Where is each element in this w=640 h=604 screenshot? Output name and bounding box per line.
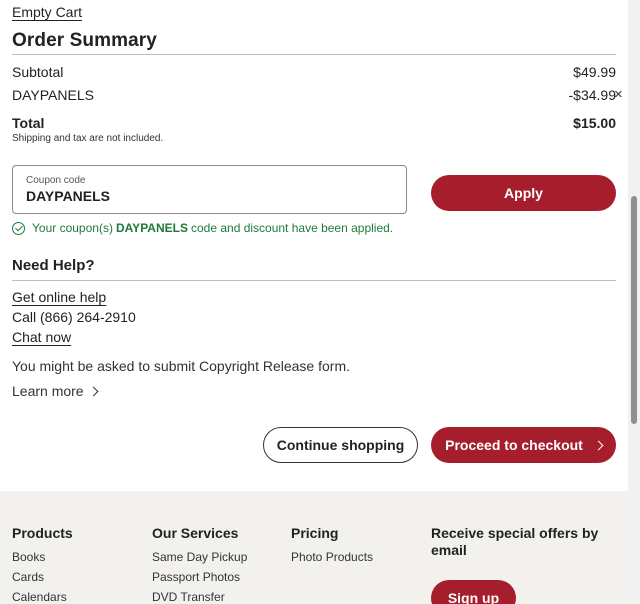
learn-more-link[interactable]: Learn more: [12, 383, 99, 399]
apply-coupon-button[interactable]: Apply: [431, 175, 616, 211]
scrollbar-thumb[interactable]: [631, 196, 637, 424]
proceed-to-checkout-button[interactable]: Proceed to checkout: [431, 427, 616, 463]
chevron-right-icon: [593, 440, 604, 450]
need-help-title: Need Help?: [12, 257, 95, 274]
footer-products-column: Products Books Cards Calendars: [12, 525, 73, 604]
footer-link-calendars[interactable]: Calendars: [12, 590, 73, 604]
special-offers-title: Receive special offers by email: [431, 525, 599, 558]
footer-services-column: Our Services Same Day Pickup Passport Ph…: [152, 525, 247, 604]
coupon-msg-prefix: Your coupon(s): [32, 221, 113, 235]
footer-link-dvd-transfer[interactable]: DVD Transfer: [152, 590, 247, 604]
shipping-tax-note: Shipping and tax are not included.: [12, 133, 164, 144]
discount-label: DAYPANELS: [12, 87, 94, 103]
divider: [12, 280, 616, 281]
sign-up-button[interactable]: Sign up: [431, 580, 516, 604]
checkout-label: Proceed to checkout: [445, 437, 583, 453]
divider: [12, 54, 616, 55]
footer-link-books[interactable]: Books: [12, 550, 73, 564]
discount-row: DAYPANELS -$34.99: [12, 87, 616, 103]
get-online-help-link[interactable]: Get online help: [12, 289, 106, 305]
subtotal-label: Subtotal: [12, 64, 64, 80]
footer-pricing-title: Pricing: [291, 525, 339, 541]
coupon-msg-code: DAYPANELS: [115, 221, 188, 235]
discount-value: -$34.99: [568, 87, 616, 103]
call-phone-text: Call (866) 264-2910: [12, 309, 136, 325]
empty-cart-link[interactable]: Empty Cart: [12, 4, 82, 20]
footer-link-photo-products[interactable]: Photo Products: [291, 550, 373, 564]
order-summary-title: Order Summary: [12, 30, 157, 51]
chevron-right-icon: [88, 386, 99, 396]
cart-page: Empty Cart Order Summary Subtotal $49.99…: [0, 0, 628, 604]
footer-link-cards[interactable]: Cards: [12, 570, 73, 584]
subtotal-row: Subtotal $49.99: [12, 64, 616, 80]
check-circle-icon: [12, 221, 25, 235]
footer-pricing-column: Pricing Photo Products: [291, 525, 373, 570]
coupon-applied-message: Your coupon(s) DAYPANELS code and discou…: [12, 221, 393, 235]
footer-link-same-day-pickup[interactable]: Same Day Pickup: [152, 550, 247, 564]
coupon-msg-suffix: code and discount have been applied.: [190, 221, 394, 235]
footer-products-title: Products: [12, 525, 73, 541]
total-value: $15.00: [573, 115, 616, 131]
chat-now-link[interactable]: Chat now: [12, 329, 71, 345]
total-row: Total $15.00: [12, 115, 616, 131]
coupon-code-input[interactable]: [26, 188, 386, 204]
learn-more-label: Learn more: [12, 383, 84, 399]
remove-coupon-icon[interactable]: ×: [614, 86, 623, 103]
coupon-code-field[interactable]: Coupon code: [12, 165, 407, 214]
subtotal-value: $49.99: [573, 64, 616, 80]
footer-services-title: Our Services: [152, 525, 239, 541]
total-label: Total: [12, 115, 45, 131]
page-scrollbar[interactable]: [628, 0, 640, 604]
coupon-code-label: Coupon code: [26, 175, 86, 186]
footer-link-passport-photos[interactable]: Passport Photos: [152, 570, 247, 584]
continue-shopping-button[interactable]: Continue shopping: [263, 427, 418, 463]
copyright-release-text: You might be asked to submit Copyright R…: [12, 358, 350, 374]
